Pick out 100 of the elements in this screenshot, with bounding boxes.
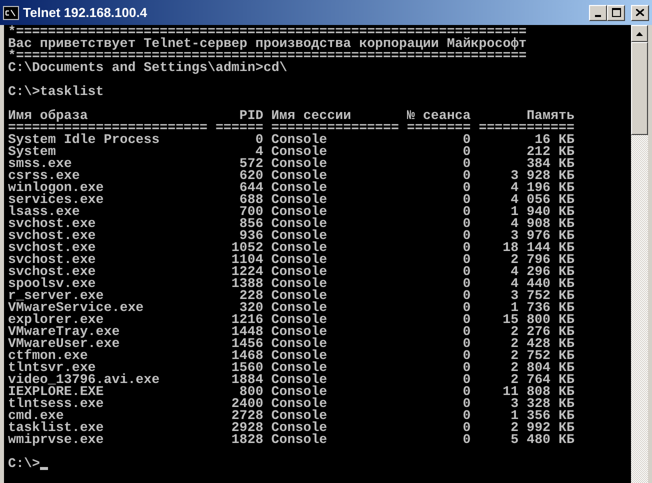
- table-cell-text: Console: [271, 338, 328, 350]
- table-cell-text: Console: [271, 314, 328, 326]
- table-cell-text: services.exe: [8, 194, 105, 206]
- header-rule: =========================: [8, 122, 208, 134]
- table-cell-text: 0: [462, 134, 471, 146]
- table-cell-text: Console: [271, 242, 328, 254]
- close-button[interactable]: [631, 4, 649, 20]
- table-cell-text: tasklist.exe: [8, 422, 105, 434]
- table-cell-text: 800: [239, 386, 264, 398]
- table-cell-text: winlogon.exe: [8, 182, 105, 194]
- table-cell-text: VMwareService.exe: [8, 302, 145, 314]
- scroll-up-button[interactable]: [631, 25, 648, 42]
- table-cell-text: 0: [462, 170, 471, 182]
- table-cell-text: 4: [255, 146, 264, 158]
- table-cell-text: 1448: [230, 326, 264, 338]
- table-cell-text: System: [8, 146, 57, 158]
- table-cell-text: 228: [238, 290, 264, 302]
- table-cell-text: Console: [271, 374, 328, 386]
- console-icon: [3, 6, 19, 20]
- scrollbar[interactable]: [631, 25, 648, 483]
- header-rule: ================: [271, 122, 399, 134]
- table-cell-text: ctfmon.exe: [8, 350, 88, 362]
- table-cell-text: 2 992 КБ: [510, 422, 574, 434]
- table-cell-text: 0: [462, 398, 471, 410]
- table-cell-text: 1828: [230, 434, 264, 446]
- table-cell-text: Console: [271, 182, 328, 194]
- table-cell-text: 0: [462, 326, 471, 338]
- table-cell-text: lsass.exe: [8, 206, 80, 218]
- table-cell-text: 620: [238, 170, 264, 182]
- table-cell-text: 0: [462, 158, 471, 170]
- table-cell-text: 2 428 КБ: [510, 338, 574, 350]
- table-cell-text: 0: [254, 134, 264, 146]
- table-cell-text: 0: [462, 386, 471, 398]
- table-cell-text: Console: [271, 158, 328, 170]
- table-cell-text: 0: [462, 362, 471, 374]
- table-cell-text: 4 440 КБ: [510, 278, 574, 290]
- table-cell-text: 2400: [230, 398, 264, 410]
- table-cell-text: 1 736 КБ: [510, 302, 574, 314]
- table-cell-text: 4 296 КБ: [510, 266, 574, 278]
- table-cell-text: video_13796.avi.exe: [8, 374, 161, 386]
- table-cell-text: 0: [462, 302, 471, 314]
- table-cell-text: 2 804 КБ: [510, 362, 574, 374]
- table-cell-text: Console: [271, 146, 328, 158]
- up-arrow-icon: [636, 32, 643, 36]
- table-cell-text: 0: [462, 434, 471, 446]
- minimize-icon: [595, 14, 601, 16]
- table-cell-text: 320: [239, 302, 264, 314]
- table-cell-text: Console: [271, 410, 328, 422]
- table-cell-text: Console: [271, 170, 328, 182]
- table-cell-text: 572: [238, 158, 264, 170]
- console-line: *================================================================: [8, 50, 527, 62]
- column-header: Имя образа: [8, 110, 89, 122]
- table-cell-text: Console: [271, 254, 328, 266]
- table-cell-text: VMwareUser.exe: [8, 338, 121, 350]
- table-cell-text: 2 796 КБ: [510, 254, 574, 266]
- table-cell-text: 700: [238, 206, 264, 218]
- table-cell-text: 2 276 КБ: [510, 326, 574, 338]
- table-cell-text: 0: [462, 290, 471, 302]
- table-cell-text: 2 764 КБ: [510, 374, 574, 386]
- table-cell-text: r_server.exe: [8, 290, 104, 302]
- header-rule: ============: [478, 122, 574, 134]
- table-cell-text: 1104: [230, 254, 264, 266]
- table-cell-text: VMwareTray.exe: [8, 326, 121, 338]
- scroll-thumb[interactable]: [631, 42, 648, 135]
- maximize-icon: [612, 8, 620, 17]
- maximize-button[interactable]: [607, 4, 625, 20]
- console-line: C:\Documents and Settings\admin>cd\: [8, 62, 288, 74]
- table-cell-text: 2928: [230, 422, 264, 434]
- table-cell-text: 0: [462, 230, 471, 242]
- table-cell-text: svchost.exe: [8, 242, 97, 254]
- table-cell-text: svchost.exe: [8, 266, 97, 278]
- column-header: Имя сессии: [271, 110, 352, 122]
- table-cell-text: tlntsvr.exe: [8, 362, 96, 374]
- table-cell-text: svchost.exe: [8, 254, 97, 266]
- table-cell-text: 0: [462, 182, 471, 194]
- table-cell-text: Console: [271, 302, 328, 314]
- table-cell-text: 0: [462, 410, 471, 422]
- table-cell-text: Console: [271, 422, 328, 434]
- table-cell-text: 0: [462, 218, 471, 230]
- table-cell-text: 384 КБ: [526, 158, 574, 170]
- table-cell-text: 18 144 КБ: [502, 242, 574, 254]
- table-cell-text: Console: [271, 398, 328, 410]
- table-cell-text: 0: [462, 242, 471, 254]
- table-cell-text: 3 976 КБ: [510, 230, 574, 242]
- table-cell-text: 0: [462, 146, 471, 158]
- minimize-button[interactable]: [589, 4, 607, 20]
- table-cell-text: 0: [462, 350, 471, 362]
- table-cell-text: Console: [271, 230, 328, 242]
- column-header: PID: [238, 110, 264, 122]
- table-cell-text: 3 928 КБ: [510, 170, 574, 182]
- console-line: C:\>tasklist: [8, 86, 104, 98]
- header-rule: ======: [215, 122, 264, 134]
- table-cell-text: 5 480 КБ: [510, 434, 574, 446]
- table-cell-text: 1560: [230, 362, 264, 374]
- table-cell-text: svchost.exe: [8, 230, 97, 242]
- table-cell-text: Console: [271, 194, 328, 206]
- table-cell-text: svchost.exe: [8, 218, 97, 230]
- table-cell-text: 0: [462, 254, 471, 266]
- table-cell-text: 0: [462, 374, 471, 386]
- table-cell-text: System Idle Process: [8, 134, 161, 146]
